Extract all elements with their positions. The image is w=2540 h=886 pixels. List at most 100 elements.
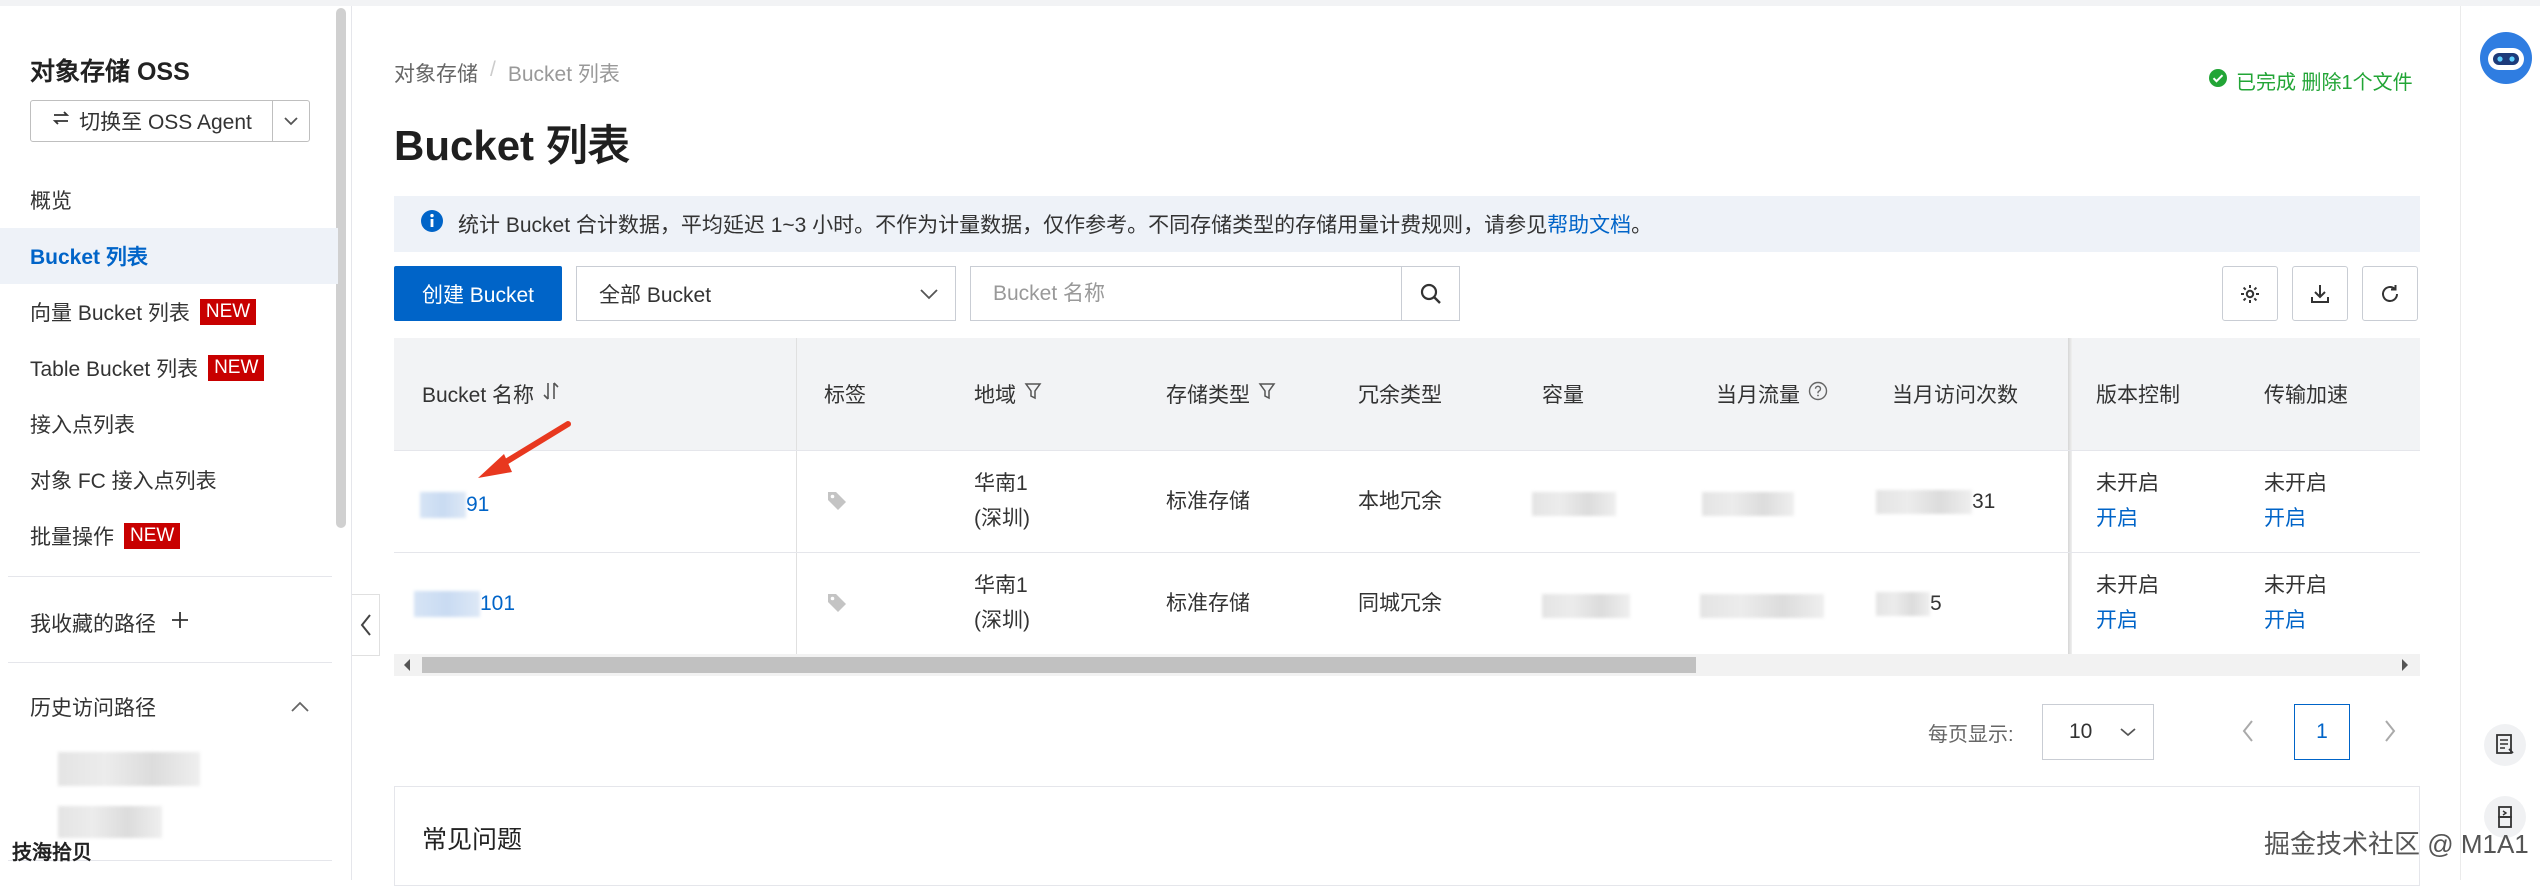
sidebar-item-label: 向量 Bucket 列表 [30,302,190,325]
enable-versioning-link[interactable]: 开启 [2096,501,2159,536]
top-divider [0,0,2540,6]
redacted-name [420,491,466,518]
download-button[interactable] [2292,266,2348,321]
visits-suffix: 5 [1930,592,1942,615]
help-doc-link[interactable]: 帮助文档 [1547,214,1631,237]
bucket-name-link[interactable]: 91 [420,487,489,522]
status-text: 已完成 删除1个文件 [2236,72,2413,94]
breadcrumb-root[interactable]: 对象存储 [394,58,478,88]
search-icon [1420,283,1441,304]
history-section[interactable]: 历史访问路径 [30,692,310,722]
region-cell: 华南1 (深圳) [974,568,1030,638]
switch-agent-label: 切换至 OSS Agent [79,111,252,134]
acceleration-cell: 未开启 开启 [2264,466,2327,536]
filter-icon[interactable] [1258,381,1276,407]
sidebar-item-batch-operations[interactable]: 批量操作 NEW [0,508,338,564]
header-monthly-visits: 当月访问次数 [1892,338,2018,450]
header-label: Bucket 名称 [422,384,535,407]
create-bucket-button[interactable]: 创建 Bucket [394,266,562,321]
header-versioning: 版本控制 [2096,338,2180,450]
acceleration-cell: 未开启 开启 [2264,568,2327,638]
header-label: 标签 [824,384,866,407]
sidebar-item-label: 批量操作 [30,526,114,549]
bucket-search-input[interactable] [971,267,1401,320]
gear-icon [2241,284,2259,303]
sort-icon[interactable] [542,381,560,407]
search-button[interactable] [1401,267,1459,320]
new-badge: NEW [199,299,257,325]
prev-page-button[interactable] [2240,718,2256,749]
versioning-status: 未开启 [2096,574,2159,597]
enable-versioning-link[interactable]: 开启 [2096,603,2159,638]
chevron-down-icon [2120,728,2136,737]
info-text-suffix: 。 [1631,214,1653,237]
sidebar-item-overview[interactable]: 概览 [0,172,338,228]
storage-type-cell: 标准存储 [1166,592,1250,615]
sidebar-item-table-bucket[interactable]: Table Bucket 列表 NEW [0,340,338,396]
filter-icon[interactable] [1024,381,1042,407]
versioning-cell: 未开启 开启 [2096,568,2159,638]
sidebar-item-vector-bucket[interactable]: 向量 Bucket 列表 NEW [0,284,338,340]
refresh-icon [2382,284,2398,302]
annotation-arrow [478,421,571,478]
sidebar-divider [8,662,332,663]
chevron-up-icon[interactable] [290,695,310,719]
header-region[interactable]: 地域 [974,338,1042,450]
history-label: 历史访问路径 [30,697,156,720]
per-page-select[interactable]: 10 [2042,704,2154,760]
bucket-name-suffix[interactable]: 101 [480,586,515,621]
capacity-cell-redacted [1532,492,1616,516]
acceleration-status: 未开启 [2264,472,2327,495]
scroll-right-icon[interactable] [2400,658,2410,677]
assistant-robot-icon[interactable] [2478,30,2534,91]
sidebar-collapse-button[interactable] [352,594,380,656]
info-banner: 统计 Bucket 合计数据，平均延迟 1~3 小时。不作为计量数据，仅作参考。… [394,196,2420,252]
enable-acceleration-link[interactable]: 开启 [2264,603,2327,638]
header-label: 地域 [974,384,1016,407]
chevron-left-icon [360,614,371,636]
traffic-cell-redacted [1702,492,1794,516]
page-number-current[interactable]: 1 [2294,704,2350,760]
sidebar-item-fc-access-points[interactable]: 对象 FC 接入点列表 [0,452,338,508]
switch-agent-button[interactable]: 切换至 OSS Agent [30,100,310,142]
next-page-button[interactable] [2382,718,2398,749]
sidebar-item-label: 概览 [30,190,72,213]
per-page-value: 10 [2069,720,2093,743]
chevron-left-icon [2242,720,2253,742]
header-storage-type[interactable]: 存储类型 [1166,338,1276,450]
tag-icon[interactable] [826,490,848,517]
bucket-name-suffix[interactable]: 91 [466,487,489,522]
sidebar-item-bucket-list[interactable]: Bucket 列表 [0,228,338,284]
sidebar-item-access-points[interactable]: 接入点列表 [0,396,338,452]
info-icon [420,209,444,239]
refresh-button[interactable] [2362,266,2418,321]
document-icon[interactable] [2484,724,2526,766]
agent-dropdown-toggle[interactable] [273,101,309,141]
redacted-name [414,590,480,617]
tag-icon[interactable] [826,592,848,619]
new-badge: NEW [208,355,265,381]
redundancy-cell: 同城冗余 [1358,592,1442,615]
header-redundancy: 冗余类型 [1358,338,1442,450]
bucket-filter-select[interactable]: 全部 Bucket [576,266,956,321]
favorites-section[interactable]: 我收藏的路径 [30,608,190,638]
sidebar-divider [8,576,332,577]
faq-card [394,786,2420,886]
bucket-name-link[interactable]: 101 [414,586,515,621]
add-favorite-icon[interactable] [170,610,190,636]
bucket-search [970,266,1460,321]
status-message: 已完成 删除1个文件 [2208,66,2413,95]
region-line: 华南1 [974,574,1028,597]
settings-button[interactable] [2222,266,2278,321]
scroll-left-icon[interactable] [402,658,412,677]
history-item[interactable] [58,752,200,786]
scrollbar-thumb[interactable] [422,657,1696,673]
region-line: (深圳) [974,609,1030,632]
history-item[interactable] [58,806,162,838]
enable-acceleration-link[interactable]: 开启 [2264,501,2327,536]
header-acceleration: 传输加速 [2264,338,2348,450]
traffic-cell-redacted [1700,594,1824,618]
breadcrumb-current: Bucket 列表 [507,63,620,86]
download-icon [2311,284,2329,303]
help-icon[interactable] [1808,381,1828,407]
